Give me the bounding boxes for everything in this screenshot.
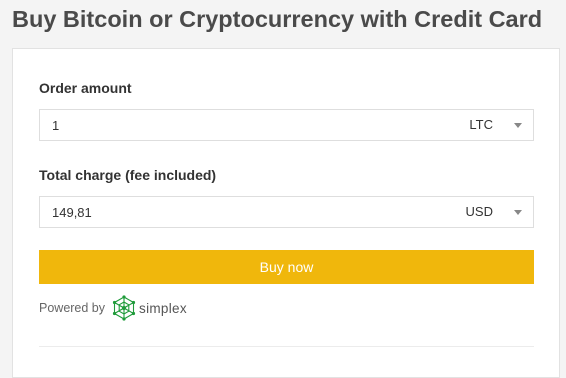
total-charge-field: USD: [39, 196, 534, 228]
page-title: Buy Bitcoin or Cryptocurrency with Credi…: [12, 6, 543, 32]
order-currency-value: LTC: [469, 117, 493, 132]
chevron-down-icon: [514, 123, 522, 128]
simplex-logo-icon: [112, 295, 136, 321]
charge-currency-select[interactable]: USD: [443, 197, 533, 227]
powered-by-simplex[interactable]: Powered by simplex: [39, 295, 187, 321]
total-charge-label: Total charge (fee included): [39, 167, 217, 183]
purchase-form-card: Order amount LTC Total charge (fee inclu…: [12, 48, 560, 378]
order-amount-label: Order amount: [39, 80, 132, 96]
powered-by-label: Powered by: [39, 301, 106, 315]
order-amount-field: LTC: [39, 109, 534, 141]
buy-now-button[interactable]: Buy now: [39, 250, 534, 284]
total-charge-input[interactable]: [40, 197, 440, 227]
chevron-down-icon: [514, 210, 522, 215]
charge-currency-value: USD: [465, 204, 493, 219]
order-currency-select[interactable]: LTC: [443, 110, 533, 140]
simplex-wordmark: simplex: [139, 300, 187, 316]
order-amount-input[interactable]: [40, 110, 440, 140]
divider: [39, 346, 534, 347]
